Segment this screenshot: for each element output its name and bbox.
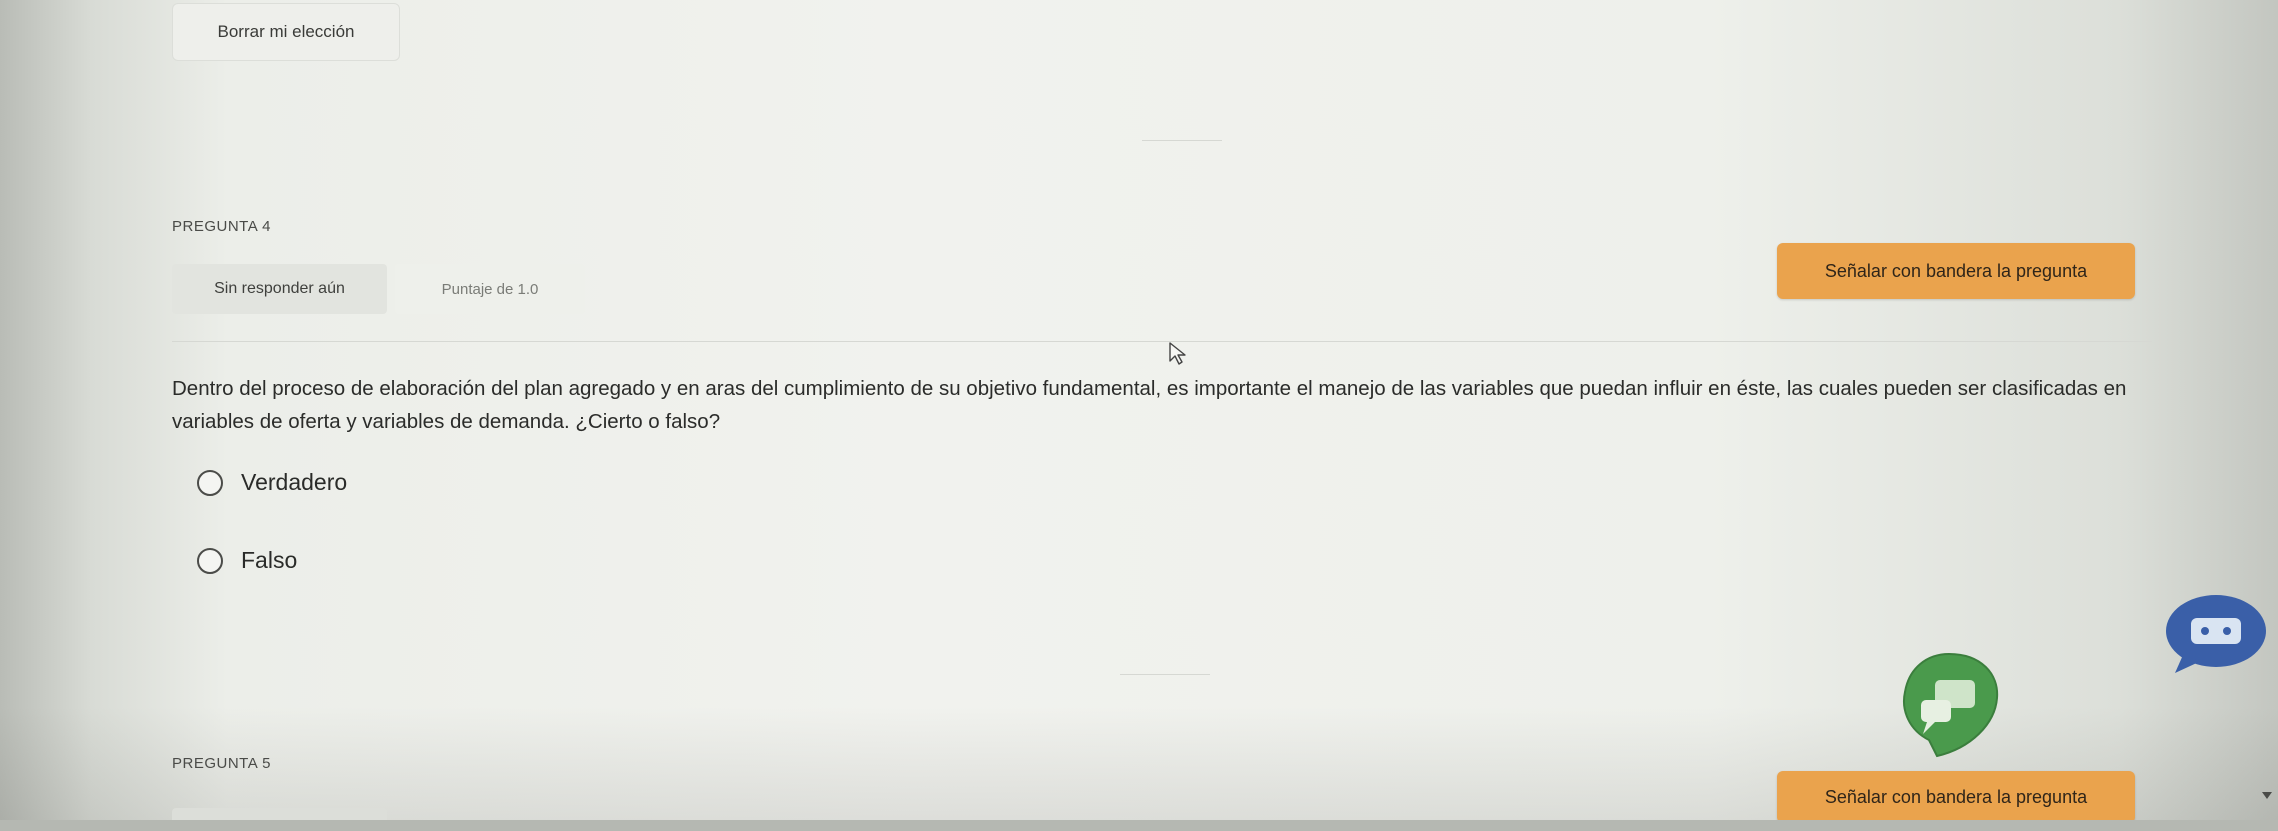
bottom-edge-bar bbox=[0, 820, 2278, 831]
radio-verdadero[interactable] bbox=[197, 469, 223, 496]
option-falso-label: Falso bbox=[241, 547, 298, 573]
option-falso[interactable]: Falso bbox=[197, 547, 297, 574]
mouse-cursor-icon bbox=[1169, 342, 1186, 365]
question-4-score: Puntaje de 1.0 bbox=[395, 264, 585, 314]
chat-bubble-icon[interactable] bbox=[2163, 593, 2269, 675]
divider-top bbox=[1142, 140, 1222, 141]
option-verdadero-label: Verdadero bbox=[241, 469, 348, 495]
divider-mid bbox=[1120, 674, 1210, 675]
chat-widget-icon[interactable] bbox=[1899, 650, 2001, 758]
question-4-label: PREGUNTA 4 bbox=[172, 218, 271, 235]
question-4-header-divider bbox=[172, 341, 2152, 342]
question-4-text: Dentro del proceso de elaboración del pl… bbox=[172, 377, 2127, 433]
question-5-flag-button[interactable]: Señalar con bandera la pregunta bbox=[1777, 771, 2135, 823]
question-4-flag-button[interactable]: Señalar con bandera la pregunta bbox=[1777, 243, 2135, 299]
radio-falso[interactable] bbox=[197, 547, 223, 574]
clear-choice-button[interactable]: Borrar mi elección bbox=[172, 3, 400, 61]
question-4-status-badge: Sin responder aún bbox=[172, 264, 387, 314]
question-5-label: PREGUNTA 5 bbox=[172, 755, 271, 772]
chevron-down-icon[interactable] bbox=[2262, 790, 2272, 800]
option-verdadero[interactable]: Verdadero bbox=[197, 469, 347, 496]
